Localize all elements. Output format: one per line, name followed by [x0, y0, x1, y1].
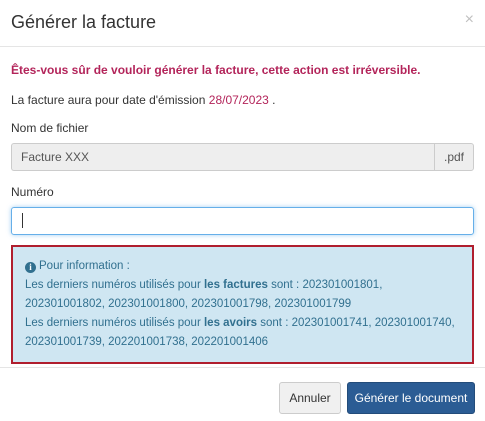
- generate-document-button[interactable]: Générer le document: [347, 382, 475, 414]
- emission-date: 28/07/2023: [208, 93, 269, 107]
- info-title: Pour information :: [39, 260, 130, 272]
- text-cursor: [22, 213, 23, 228]
- numero-input[interactable]: [11, 207, 474, 235]
- close-icon[interactable]: ×: [465, 11, 474, 29]
- avoirs-prefix: Les derniers numéros utilisés pour: [25, 317, 201, 329]
- irreversible-warning: Êtes-vous sûr de vouloir générer la fact…: [11, 63, 421, 77]
- info-title-line: i Pour information :: [25, 257, 460, 276]
- info-panel: i Pour information : Les derniers numéros…: [11, 245, 474, 364]
- dialog-title: Générer la facture: [11, 12, 157, 32]
- factures-bold: les factures: [203, 279, 268, 291]
- dialog-footer: Annuler Générer le document: [0, 367, 485, 421]
- numero-label: Numéro: [11, 185, 54, 199]
- filename-extension: .pdf: [434, 143, 474, 171]
- info-circle-icon: i: [25, 262, 36, 273]
- dialog-header: Générer la facture ×: [0, 0, 485, 47]
- factures-prefix: Les derniers numéros utilisés pour: [25, 279, 201, 291]
- emission-suffix: .: [272, 93, 276, 107]
- factures-line: Les derniers numéros utilisés pour les f…: [25, 276, 460, 314]
- filename-input-group: Facture XXX .pdf: [11, 143, 474, 171]
- emission-date-text: La facture aura pour date d'émission 28/…: [11, 93, 474, 107]
- dialog-body: Êtes-vous sûr de vouloir générer la fact…: [0, 63, 485, 364]
- avoirs-bold: les avoirs: [203, 317, 258, 329]
- generate-invoice-dialog: Générer la facture × Êtes-vous sûr de vo…: [0, 0, 485, 420]
- emission-prefix: La facture aura pour date d'émission: [11, 93, 206, 107]
- filename-label: Nom de fichier: [11, 121, 89, 135]
- filename-input[interactable]: Facture XXX: [11, 143, 434, 171]
- avoirs-line: Les derniers numéros utilisés pour les a…: [25, 314, 460, 352]
- cancel-button[interactable]: Annuler: [279, 382, 341, 414]
